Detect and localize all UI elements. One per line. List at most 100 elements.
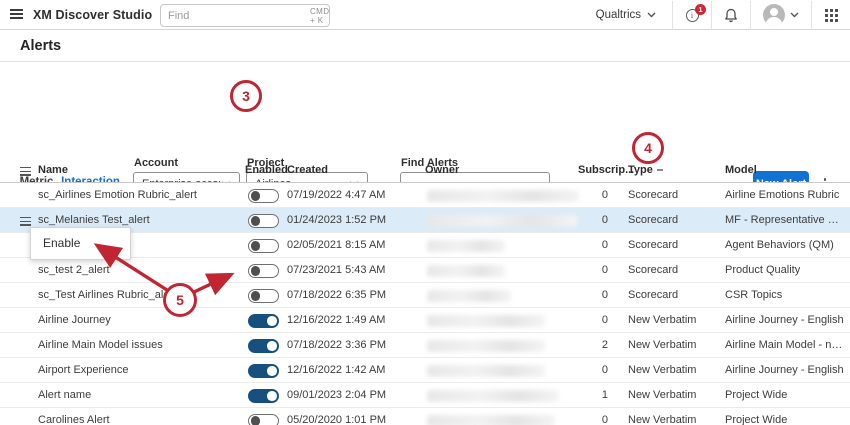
toggle-knob (251, 191, 261, 201)
alert-name: Alert name (38, 383, 91, 408)
table-row[interactable]: Airline Journey12/16/2022 1:49 AM0New Ve… (0, 308, 850, 333)
enabled-toggle[interactable] (248, 239, 279, 253)
page-title: Alerts (20, 38, 61, 54)
owner-redacted (427, 265, 505, 277)
user-menu[interactable] (751, 0, 811, 30)
hamburger-menu-icon[interactable] (10, 9, 23, 20)
alert-model: Agent Behaviors (QM) (725, 233, 834, 258)
owner-redacted (427, 365, 545, 377)
context-menu-item-enable[interactable]: Enable (31, 228, 130, 259)
alert-name: sc_Test Airlines Rubric_alert (38, 283, 176, 308)
filters-bar: Metric Interaction Account Enterprise ac… (0, 62, 850, 158)
owner-redacted (427, 340, 545, 352)
col-header-model[interactable]: Model (725, 164, 757, 176)
notification-badge: 1 (695, 4, 706, 15)
enabled-toggle[interactable] (248, 189, 279, 203)
owner-redacted (427, 315, 545, 327)
col-header-owner[interactable]: Owner (425, 164, 459, 176)
page-header: Alerts (0, 30, 850, 62)
table-row[interactable]: Airport Experience12/16/2022 1:42 AM0New… (0, 358, 850, 383)
table-row[interactable]: Alert name 09/01/2023 2:04 PM 1 New Verbati… (0, 383, 850, 408)
alert-type: Scorecard (628, 183, 678, 208)
toggle-knob (267, 316, 277, 326)
created-date: 07/18/2022 6:35 PM (287, 283, 386, 308)
alert-name: sc_test 2_alert (38, 258, 110, 283)
subscriptions-count: 0 (575, 233, 608, 258)
created-date: 07/19/2022 4:47 AM (287, 183, 385, 208)
alert-type: Scorecard (628, 233, 678, 258)
alert-type: New Verbatim (628, 333, 696, 358)
toggle-knob (251, 216, 261, 226)
alert-model: Airline Journey - English (725, 358, 844, 383)
enabled-toggle[interactable] (248, 389, 279, 403)
enabled-toggle[interactable] (248, 264, 279, 278)
app-switcher-button[interactable] (812, 0, 850, 30)
created-date: 07/23/2021 5:43 AM (287, 258, 385, 283)
subscriptions-count: 0 (575, 258, 608, 283)
owner-redacted (427, 215, 577, 227)
toggle-knob (251, 241, 261, 251)
alert-name: Carolines Alert (38, 408, 110, 425)
created-date: 07/18/2022 3:36 PM (287, 333, 386, 358)
alert-type: New Verbatim (628, 408, 696, 425)
search-shortcut-hint: CMD + K (310, 7, 329, 25)
avatar (763, 4, 785, 26)
alert-model: Airline Main Model - ne... (725, 333, 845, 358)
subscriptions-count: 0 (575, 358, 608, 383)
enabled-toggle[interactable] (248, 289, 279, 303)
alert-model: CSR Topics (725, 283, 782, 308)
alert-type: Scorecard (628, 283, 678, 308)
col-header-subscriptions[interactable]: Subscrip... (578, 164, 634, 176)
alert-name: Airline Journey (38, 308, 111, 333)
toggle-knob (251, 291, 261, 301)
enabled-toggle[interactable] (248, 339, 279, 353)
alert-type: New Verbatim (628, 383, 696, 408)
created-date: 02/05/2021 8:15 AM (287, 233, 385, 258)
col-header-name[interactable]: Name (38, 164, 68, 176)
chevron-down-icon (790, 12, 799, 18)
created-date: 09/01/2023 2:04 PM (287, 383, 386, 408)
col-header-enabled[interactable]: Enabled (245, 164, 288, 176)
subscriptions-count: 0 (575, 308, 608, 333)
alert-model: Airline Journey - English (725, 308, 844, 333)
column-settings-icon[interactable] (20, 167, 31, 178)
apps-grid-icon (825, 9, 838, 22)
table-row[interactable]: Carolines Alert 05/20/2020 1:01 PM 0 New Ve… (0, 408, 850, 425)
table-header: Name Enabled Created Owner Subscrip... T… (0, 160, 850, 183)
drag-handle-icon[interactable] (20, 217, 31, 228)
toggle-knob (251, 416, 261, 425)
brand-menu[interactable]: Qualtrics (580, 0, 672, 30)
alerts-bell-button[interactable] (712, 0, 750, 30)
alerts-table: Name Enabled Created Owner Subscrip... T… (0, 160, 850, 425)
global-search-input[interactable] (168, 10, 310, 22)
global-search[interactable]: CMD + K (160, 4, 330, 27)
row-context-menu: Enable (30, 227, 131, 260)
alert-model: Project Wide (725, 383, 787, 408)
owner-redacted (427, 290, 511, 302)
table-body: sc_Airlines Emotion Rubric_alert07/19/20… (0, 183, 850, 425)
toggle-knob (267, 341, 277, 351)
table-row[interactable]: sc_test 2_alert 07/23/2021 5:43 AM 0 Scorec… (0, 258, 850, 283)
top-bar: XM Discover Studio CMD + K Qualtrics i 1 (0, 0, 850, 30)
alert-model: Airline Emotions Rubric (725, 183, 839, 208)
subscriptions-count: 0 (575, 208, 608, 233)
subscriptions-count: 0 (575, 283, 608, 308)
table-row[interactable]: Airline Main Model issues07/18/2022 3:36… (0, 333, 850, 358)
table-row[interactable]: sc_Airlines Emotion Rubric_alert07/19/20… (0, 183, 850, 208)
subscriptions-count: 0 (575, 408, 608, 425)
table-row[interactable]: sc_Test Airlines Rubric_alert 07/18/2022 … (0, 283, 850, 308)
alert-name: Airport Experience (38, 358, 129, 383)
col-header-created[interactable]: Created (287, 164, 328, 176)
alert-type: Scorecard (628, 258, 678, 283)
enabled-toggle[interactable] (248, 414, 279, 425)
created-date: 05/20/2020 1:01 PM (287, 408, 386, 425)
owner-redacted (427, 415, 555, 425)
enabled-toggle[interactable] (248, 364, 279, 378)
enabled-toggle[interactable] (248, 314, 279, 328)
alert-model: Project Wide (725, 408, 787, 425)
enabled-toggle[interactable] (248, 214, 279, 228)
notifications-info-button[interactable]: i 1 (673, 0, 711, 30)
created-date: 12/16/2022 1:49 AM (287, 308, 385, 333)
col-header-type[interactable]: Type (628, 164, 663, 176)
subscriptions-count: 1 (575, 383, 608, 408)
